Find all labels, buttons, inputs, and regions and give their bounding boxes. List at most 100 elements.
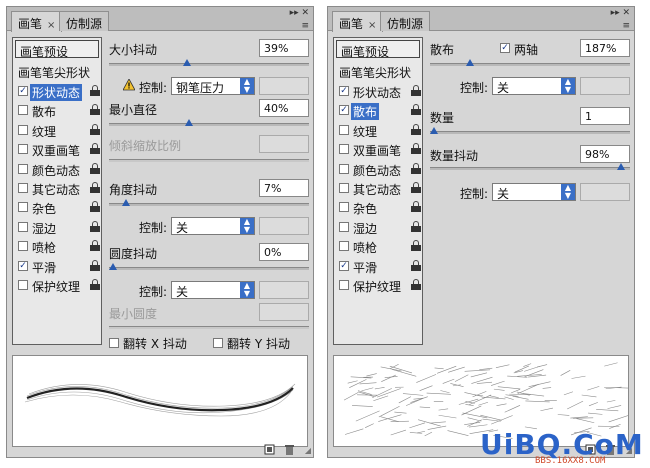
option-checkbox[interactable] xyxy=(339,280,349,290)
brush-option-item[interactable]: 保护纹理 xyxy=(16,276,100,294)
brush-option-item[interactable]: 其它动态 xyxy=(337,179,421,197)
brush-option-item[interactable]: 杂色 xyxy=(16,198,100,216)
brush-tip-shape-item[interactable]: 画笔笔尖形状 xyxy=(337,62,421,80)
new-brush-icon[interactable] xyxy=(264,444,275,455)
brush-option-item[interactable]: 喷枪 xyxy=(16,237,100,255)
tab-brush[interactable]: 画笔 × xyxy=(11,11,63,32)
brush-option-item[interactable]: ✓ 散布 xyxy=(337,101,421,121)
lock-icon[interactable] xyxy=(90,279,100,290)
window-controls[interactable]: ▸▸ ✕ xyxy=(611,8,630,18)
lock-icon[interactable] xyxy=(411,182,421,193)
lock-icon[interactable] xyxy=(90,259,100,271)
lock-icon[interactable] xyxy=(411,162,421,174)
resize-grip-icon[interactable]: ◢ xyxy=(305,446,311,455)
lock-icon[interactable] xyxy=(90,85,100,96)
window-controls[interactable]: ▸▸ ✕ xyxy=(290,8,309,18)
slider-thumb[interactable] xyxy=(430,127,439,135)
close-icon[interactable]: × xyxy=(368,20,376,31)
lock-icon[interactable] xyxy=(411,143,421,155)
brush-option-item[interactable]: ✓ 形状动态 xyxy=(16,82,100,101)
brush-option-item[interactable]: 纹理 xyxy=(337,121,421,139)
tab-clone-source[interactable]: 仿制源 xyxy=(59,11,110,31)
brush-option-item[interactable]: 散布 xyxy=(16,101,100,119)
slider-thumb[interactable] xyxy=(185,119,194,127)
panel-menu-icon[interactable]: ≡ xyxy=(622,21,630,31)
option-checkbox[interactable] xyxy=(18,163,28,174)
brush-option-item[interactable]: 颜色动态 xyxy=(16,160,100,178)
size-jitter-slider[interactable] xyxy=(109,59,309,66)
scatter-slider[interactable] xyxy=(430,59,630,66)
size-jitter-input[interactable]: 39% xyxy=(259,39,309,57)
option-checkbox[interactable] xyxy=(339,202,349,213)
lock-icon[interactable] xyxy=(411,201,421,213)
lock-icon[interactable] xyxy=(90,104,100,116)
lock-icon[interactable] xyxy=(411,104,421,116)
lock-icon[interactable] xyxy=(90,123,100,135)
brush-option-item[interactable]: 纹理 xyxy=(16,121,100,139)
tab-brush[interactable]: 画笔 × xyxy=(332,11,384,32)
lock-icon[interactable] xyxy=(411,279,421,290)
option-checkbox[interactable]: ✓ xyxy=(339,260,349,271)
brush-option-item[interactable]: 湿边 xyxy=(16,218,100,236)
option-checkbox[interactable]: ✓ xyxy=(18,86,28,96)
option-checkbox[interactable] xyxy=(18,221,28,232)
brush-option-item[interactable]: 其它动态 xyxy=(16,179,100,197)
both-axes-checkbox[interactable]: ✓ xyxy=(500,43,510,53)
slider-thumb[interactable] xyxy=(122,199,131,207)
lock-icon[interactable] xyxy=(411,220,421,232)
slider-thumb[interactable] xyxy=(617,163,626,171)
brush-option-item[interactable]: 双重画笔 xyxy=(16,140,100,158)
option-checkbox[interactable] xyxy=(339,163,349,174)
option-checkbox[interactable]: ✓ xyxy=(339,86,349,96)
flip-y-checkbox[interactable] xyxy=(213,338,223,348)
option-checkbox[interactable] xyxy=(18,280,28,290)
control-select[interactable]: 钢笔压力 ▲ ▼ xyxy=(171,77,255,95)
lock-icon[interactable] xyxy=(90,162,100,174)
option-checkbox[interactable] xyxy=(339,144,349,155)
brush-option-item[interactable]: ✓ 平滑 xyxy=(16,257,100,275)
control-select[interactable]: 关 ▲ ▼ xyxy=(171,217,255,235)
option-checkbox[interactable] xyxy=(18,124,28,135)
control-select[interactable]: 关 ▲ ▼ xyxy=(492,183,576,201)
scatter-input[interactable]: 187% xyxy=(580,39,630,57)
control-select[interactable]: 关 ▲ ▼ xyxy=(171,281,255,299)
lock-icon[interactable] xyxy=(411,259,421,271)
option-checkbox[interactable] xyxy=(18,144,28,155)
count-jitter-input[interactable]: 98% xyxy=(580,145,630,163)
slider-thumb[interactable] xyxy=(466,59,475,67)
option-checkbox[interactable] xyxy=(339,124,349,135)
option-checkbox[interactable] xyxy=(18,105,28,116)
brush-presets-button[interactable]: 画笔预设 xyxy=(336,40,420,59)
slider-thumb[interactable] xyxy=(109,263,118,271)
angle-jitter-slider[interactable] xyxy=(109,199,309,206)
angle-jitter-input[interactable]: 7% xyxy=(259,179,309,197)
min-diameter-input[interactable]: 40% xyxy=(259,99,309,117)
option-checkbox[interactable] xyxy=(339,183,349,193)
brush-presets-button[interactable]: 画笔预设 xyxy=(15,40,99,59)
lock-icon[interactable] xyxy=(90,143,100,155)
count-jitter-slider[interactable] xyxy=(430,163,630,170)
slider-thumb[interactable] xyxy=(183,59,192,67)
brush-option-item[interactable]: 保护纹理 xyxy=(337,276,421,294)
trash-icon[interactable] xyxy=(284,444,295,455)
option-checkbox[interactable] xyxy=(18,202,28,213)
lock-icon[interactable] xyxy=(90,220,100,232)
brush-option-item[interactable]: 颜色动态 xyxy=(337,160,421,178)
lock-icon[interactable] xyxy=(411,85,421,96)
option-checkbox[interactable] xyxy=(18,241,28,252)
control-select[interactable]: 关 ▲ ▼ xyxy=(492,77,576,95)
lock-icon[interactable] xyxy=(411,240,421,252)
panel-menu-icon[interactable]: ≡ xyxy=(301,21,309,31)
brush-option-item[interactable]: ✓ 平滑 xyxy=(337,257,421,275)
option-checkbox[interactable] xyxy=(18,183,28,193)
tab-clone-source[interactable]: 仿制源 xyxy=(380,11,431,31)
lock-icon[interactable] xyxy=(90,182,100,193)
brush-option-item[interactable]: 喷枪 xyxy=(337,237,421,255)
lock-icon[interactable] xyxy=(90,240,100,252)
roundness-jitter-slider[interactable] xyxy=(109,263,309,270)
flip-x-checkbox[interactable] xyxy=(109,338,119,348)
lock-icon[interactable] xyxy=(411,123,421,135)
option-checkbox[interactable] xyxy=(339,241,349,252)
option-checkbox[interactable] xyxy=(339,221,349,232)
brush-option-item[interactable]: 杂色 xyxy=(337,198,421,216)
